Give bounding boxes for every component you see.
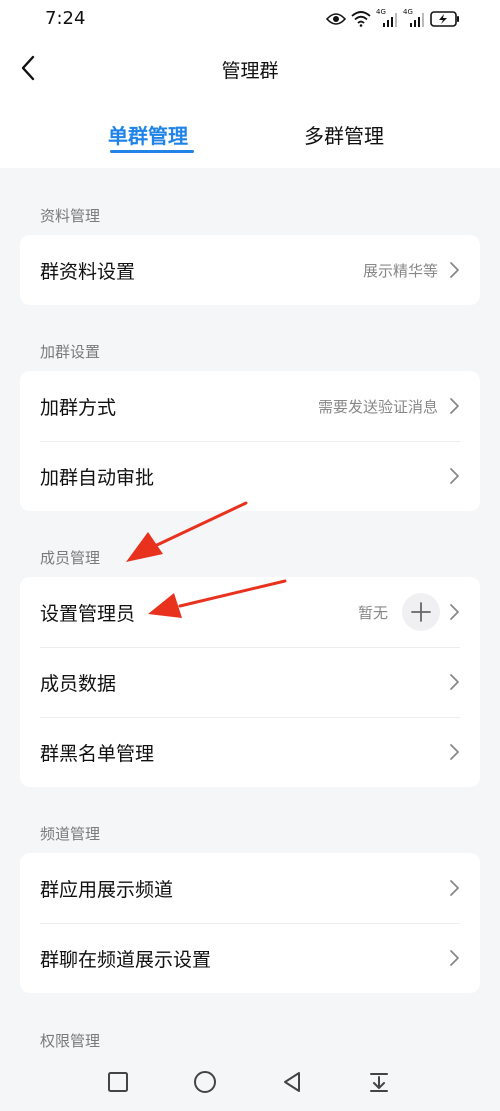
tab-multi-group[interactable]: 多群管理 <box>304 120 384 149</box>
status-bar: 7:24 4G 4G <box>0 0 500 38</box>
top-area: 7:24 4G 4G 管理群 单群管理 多群管理 <box>0 0 500 168</box>
row-label: 设置管理员 <box>40 603 136 625</box>
row-group-profile-settings[interactable]: 群资料设置 展示精华等 <box>20 235 480 305</box>
row-app-channel[interactable]: 群应用展示频道 <box>20 853 480 923</box>
row-label: 群聊在频道展示设置 <box>40 949 212 971</box>
page-title: 管理群 <box>221 60 279 82</box>
row-label: 群应用展示频道 <box>40 879 174 901</box>
signal-group-1: 4G <box>376 8 398 29</box>
circle-home-icon <box>194 1071 216 1093</box>
chevron-right-icon <box>450 744 459 760</box>
recents-button[interactable] <box>104 1068 132 1096</box>
row-value: 展示精华等 <box>362 262 438 280</box>
card-profile: 群资料设置 展示精华等 <box>20 235 480 305</box>
row-auto-approve[interactable]: 加群自动审批 <box>20 441 480 511</box>
chevron-right-icon <box>450 950 459 966</box>
back-nav-button[interactable] <box>278 1068 306 1096</box>
nav-bar: 管理群 <box>0 40 500 96</box>
section-title-profile: 资料管理 <box>40 207 101 225</box>
system-nav-bar <box>0 1056 500 1111</box>
card-channels: 群应用展示频道 群聊在频道展示设置 <box>20 853 480 993</box>
active-tab-indicator <box>110 150 194 153</box>
chevron-right-icon <box>450 262 459 278</box>
battery-charging-icon <box>430 11 460 27</box>
row-label: 群资料设置 <box>40 261 136 283</box>
row-set-admin[interactable]: 设置管理员 暂无 <box>20 577 480 647</box>
row-label: 加群自动审批 <box>40 467 155 489</box>
row-blacklist[interactable]: 群黑名单管理 <box>20 717 480 787</box>
row-value: 需要发送验证消息 <box>317 398 438 416</box>
tab-bar: 单群管理 多群管理 <box>0 116 500 156</box>
download-nav-button[interactable] <box>365 1068 393 1096</box>
row-value: 暂无 <box>357 604 388 622</box>
card-members: 设置管理员 暂无 成员数据 群黑名单管理 <box>20 577 480 787</box>
chevron-right-icon <box>450 398 459 414</box>
chevron-right-icon <box>450 674 459 690</box>
section-title-channels: 频道管理 <box>40 825 101 843</box>
row-label: 成员数据 <box>40 673 117 695</box>
row-member-data[interactable]: 成员数据 <box>20 647 480 717</box>
status-time: 7:24 <box>45 8 86 29</box>
section-title-join: 加群设置 <box>40 343 101 361</box>
row-label: 加群方式 <box>40 397 117 419</box>
square-recents-icon <box>108 1072 128 1092</box>
home-button[interactable] <box>191 1068 219 1096</box>
status-icons: 4G 4G <box>326 8 460 29</box>
annotation-arrow-members <box>126 501 248 562</box>
add-admin-button[interactable] <box>402 593 440 631</box>
chevron-right-icon <box>450 468 459 484</box>
signal-icon <box>410 13 424 27</box>
signal-group-2: 4G <box>403 8 425 29</box>
download-icon <box>370 1073 388 1092</box>
row-channel-display-settings[interactable]: 群聊在频道展示设置 <box>20 923 480 993</box>
row-label: 群黑名单管理 <box>40 743 155 765</box>
plus-icon <box>411 602 431 622</box>
signal-icon <box>383 13 397 27</box>
row-join-method[interactable]: 加群方式 需要发送验证消息 <box>20 371 480 441</box>
tab-single-group[interactable]: 单群管理 <box>108 120 188 149</box>
triangle-back-icon <box>284 1072 300 1092</box>
chevron-right-icon <box>450 880 459 896</box>
section-title-permissions: 权限管理 <box>40 1032 101 1050</box>
wifi-icon <box>351 11 371 27</box>
card-join: 加群方式 需要发送验证消息 加群自动审批 <box>20 371 480 511</box>
eye-icon <box>326 12 346 26</box>
section-title-members: 成员管理 <box>40 549 101 567</box>
chevron-right-icon <box>450 604 459 620</box>
